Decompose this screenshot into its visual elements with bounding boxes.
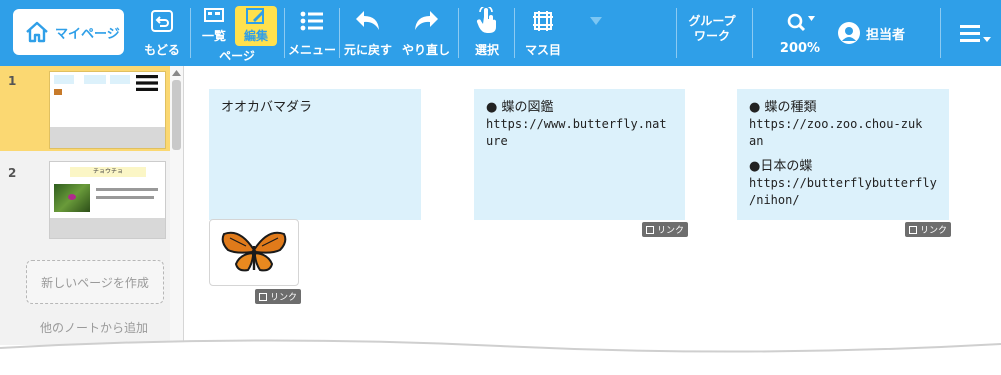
toolbar-divider	[514, 8, 515, 58]
toolbar: マイページ もどる 一覧 編集 ページ メニュー 元に戻す やり直し 選択 マス…	[0, 0, 1001, 66]
group-work-label-line1: グループ	[688, 14, 736, 28]
list-view-button[interactable]: 一覧	[193, 6, 235, 46]
thumb-title: チョウチョ	[70, 167, 146, 177]
list-view-icon	[204, 8, 224, 22]
toolbar-divider	[458, 8, 459, 58]
card-url: https://butterflybutterfly	[749, 176, 937, 190]
chevron-down-icon	[590, 17, 602, 25]
toolbar-divider	[676, 8, 677, 58]
link-badge[interactable]: リンク	[255, 289, 302, 304]
user-button[interactable]: 担当者	[838, 19, 905, 47]
back-label: もどる	[144, 43, 180, 57]
toolbar-divider	[940, 8, 941, 58]
page-sidebar: 1 2 チョウチョ 新しいページを作成 他のノートから追加	[0, 66, 184, 345]
link-card[interactable]: ● 蝶の種類 https://zoo.zoo.chou-zuk an ●日本の蝶…	[737, 89, 949, 220]
main-menu-button[interactable]	[958, 22, 994, 46]
redo-label: やり直し	[401, 43, 450, 57]
card-line: ●日本の蝶	[749, 159, 813, 174]
page-view-group: 一覧 編集 ページ	[193, 6, 281, 64]
card-url: https://zoo.zoo.chou-zuk	[749, 117, 923, 131]
thumb-menu-icon	[136, 75, 158, 91]
grid-button[interactable]: マス目	[518, 0, 568, 66]
page-thumb-preview: チョウチョ	[49, 161, 166, 239]
link-badge[interactable]: リンク	[905, 222, 952, 237]
redo-button[interactable]: やり直し	[398, 0, 454, 66]
zoom-button[interactable]: 200%	[770, 6, 830, 62]
grid-icon	[533, 11, 553, 31]
back-icon	[151, 10, 173, 32]
new-page-button[interactable]: 新しいページを作成	[26, 260, 164, 304]
page-number: 1	[8, 74, 17, 88]
mypage-label: マイページ	[55, 26, 120, 42]
menu-button[interactable]: メニュー	[287, 0, 337, 66]
link-label: リンク	[270, 293, 298, 303]
link-label: リンク	[657, 226, 685, 236]
undo-button[interactable]: 元に戻す	[340, 0, 396, 66]
group-work-button[interactable]: グループ ワーク	[682, 14, 742, 44]
redo-icon	[415, 11, 438, 30]
scrollbar-thumb[interactable]	[172, 80, 181, 150]
card-line: ● 蝶の図鑑	[486, 100, 554, 115]
page-number: 2	[8, 166, 17, 180]
butterfly-image	[221, 231, 287, 272]
edit-view-label: 編集	[243, 29, 268, 43]
link-card[interactable]: ● 蝶の図鑑 https://www.butterfly.nat ure	[474, 89, 685, 220]
avatar-icon	[838, 22, 860, 44]
undo-label: 元に戻す	[343, 43, 392, 57]
list-view-label: 一覧	[201, 29, 226, 43]
app-window: マイページ もどる 一覧 編集 ページ メニュー 元に戻す やり直し 選択 マス…	[0, 0, 1001, 345]
grid-dropdown[interactable]	[584, 0, 608, 66]
card-url: https://www.butterfly.nat	[486, 117, 667, 131]
page-thumb-1[interactable]: 1	[0, 66, 170, 151]
undo-icon	[356, 11, 379, 30]
back-button[interactable]: もどる	[138, 0, 186, 66]
user-label: 担当者	[866, 27, 906, 43]
menu-label: メニュー	[287, 43, 336, 57]
home-icon	[26, 21, 48, 43]
group-work-label-line2: ワーク	[693, 29, 730, 43]
link-badge[interactable]: リンク	[642, 222, 689, 237]
mypage-button[interactable]: マイページ	[13, 9, 124, 55]
thumb-photo	[54, 184, 90, 212]
sidebar-scrollbar[interactable]	[170, 66, 183, 345]
grid-label: マス目	[524, 43, 561, 57]
page-group-label: ページ	[219, 49, 255, 63]
card-line: オオカバマダラ	[221, 100, 313, 115]
scroll-up-icon	[172, 70, 181, 76]
external-link-icon	[909, 225, 917, 234]
card-spacer	[749, 150, 937, 158]
card-line: ● 蝶の種類	[749, 100, 817, 115]
select-label: 選択	[474, 43, 499, 57]
new-page-label: 新しいページを作成	[41, 275, 149, 290]
external-link-icon	[646, 225, 654, 234]
toolbar-divider	[284, 8, 285, 58]
page-thumb-preview	[49, 71, 166, 149]
menu-list-icon	[300, 11, 323, 31]
hamburger-menu-icon	[960, 25, 991, 42]
select-button[interactable]: 選択	[462, 0, 512, 66]
card-url: an	[749, 134, 764, 148]
toolbar-divider	[752, 8, 753, 58]
card-url: ure	[486, 134, 508, 148]
toolbar-divider	[190, 8, 191, 58]
image-card[interactable]	[209, 219, 299, 286]
external-link-icon	[259, 292, 267, 301]
zoom-search-icon	[787, 13, 815, 32]
edit-view-button[interactable]: 編集	[235, 6, 277, 46]
card-url: /nihon/	[749, 193, 800, 207]
text-card[interactable]: オオカバマダラ	[209, 89, 421, 220]
page-thumb-2[interactable]: 2 チョウチョ	[0, 158, 170, 243]
zoom-level: 200%	[779, 41, 821, 56]
hand-pointer-icon	[476, 7, 496, 33]
edit-icon	[246, 8, 264, 24]
link-label: リンク	[920, 226, 948, 236]
torn-edge	[0, 339, 1001, 375]
